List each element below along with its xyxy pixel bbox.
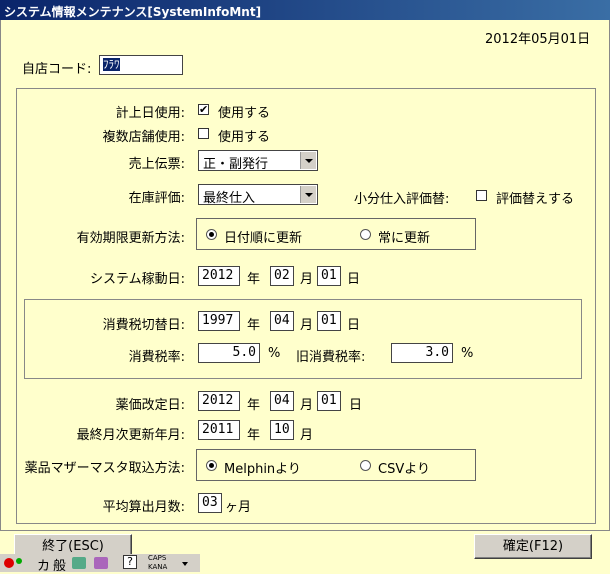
small-purchase-option[interactable]: 評価替えする <box>496 188 574 207</box>
expiry-update-option-always[interactable]: 常に更新 <box>378 227 430 246</box>
checkmark-icon: ✔ <box>199 103 209 116</box>
keijo-date-option[interactable]: 使用する <box>218 102 270 121</box>
multi-store-label: 複数店舗使用: <box>102 130 185 145</box>
year-unit: 年 <box>247 398 261 413</box>
last-monthly-month[interactable]: 10 <box>270 420 294 440</box>
tax-group <box>24 299 582 379</box>
expiry-update-option-date[interactable]: 日付順に更新 <box>224 227 302 246</box>
month-unit: 月 <box>300 318 314 333</box>
system-start-label: システム稼動日: <box>90 272 185 287</box>
master-import-option-csv[interactable]: CSVより <box>378 458 430 477</box>
dropdown-button[interactable] <box>300 186 316 203</box>
master-import-label: 薬品マザーマスタ取込方法: <box>24 461 185 476</box>
month-unit: 月 <box>300 428 314 443</box>
keijo-date-checkbox[interactable]: ✔ <box>198 104 209 115</box>
ime-toolbar: カ 般 ? CAPS KANA <box>0 554 200 574</box>
kana-indicator: KANA <box>148 563 168 571</box>
avg-months-label: 平均算出月数: <box>102 500 185 515</box>
price-revision-label: 薬価改定日: <box>115 398 185 413</box>
chevron-down-icon <box>305 193 313 197</box>
system-start-day[interactable]: 01 <box>317 266 341 286</box>
sales-slip-label: 売上伝票: <box>128 157 185 172</box>
multi-store-option[interactable]: 使用する <box>218 126 270 145</box>
system-start-month[interactable]: 02 <box>270 266 294 286</box>
stock-eval-select[interactable]: 最終仕入 <box>198 184 318 206</box>
old-tax-rate-label: 旧消費税率: <box>296 350 366 365</box>
price-revision-day[interactable]: 01 <box>317 391 341 411</box>
price-revision-year[interactable]: 2012 <box>198 391 240 411</box>
multi-store-checkbox[interactable] <box>198 128 209 139</box>
day-unit: 日 <box>347 318 361 333</box>
current-date: 2012年05月01日 <box>485 32 591 47</box>
store-code-label: 自店コード: <box>22 62 92 77</box>
ime-mode-label[interactable]: カ <box>37 555 50 574</box>
expiry-update-label: 有効期限更新方法: <box>76 231 185 246</box>
title-bar[interactable]: システム情報メンテナンス[SystemInfoMnt] <box>0 0 610 20</box>
avg-months-field[interactable]: 03 <box>198 493 222 513</box>
chevron-down-icon[interactable] <box>182 562 188 566</box>
year-unit: 年 <box>247 428 261 443</box>
last-monthly-label: 最終月次更新年月: <box>76 428 185 443</box>
tax-switch-label: 消費税切替日: <box>102 318 185 333</box>
tax-rate-label: 消費税率: <box>128 350 185 365</box>
master-import-radio-csv[interactable] <box>360 460 371 471</box>
tool-icon[interactable] <box>72 557 86 569</box>
window-title: システム情報メンテナンス[SystemInfoMnt] <box>4 5 262 19</box>
day-unit: 日 <box>349 398 363 413</box>
tax-switch-month[interactable]: 04 <box>270 311 294 331</box>
day-unit: 日 <box>347 272 361 287</box>
sales-slip-select[interactable]: 正・副発行 <box>198 150 318 172</box>
confirm-button[interactable]: 確定(F12) <box>474 534 592 559</box>
price-revision-month[interactable]: 04 <box>270 391 294 411</box>
months-unit: ヶ月 <box>225 500 252 515</box>
stock-eval-value: 最終仕入 <box>203 191 256 206</box>
year-unit: 年 <box>247 272 261 287</box>
last-monthly-year[interactable]: 2011 <box>198 420 240 440</box>
caps-indicator: CAPS <box>148 554 167 562</box>
dropdown-button[interactable] <box>300 152 316 169</box>
chevron-down-icon <box>305 159 313 163</box>
ime-conversion-label[interactable]: 般 <box>53 555 66 574</box>
expiry-update-radio-date[interactable] <box>206 229 217 240</box>
expiry-update-radio-always[interactable] <box>360 229 371 240</box>
old-tax-rate-field[interactable]: 3.0 <box>391 343 453 363</box>
help-icon[interactable]: ? <box>123 555 137 569</box>
dictionary-icon[interactable] <box>94 557 108 569</box>
month-unit: 月 <box>300 398 314 413</box>
tax-switch-year[interactable]: 1997 <box>198 311 240 331</box>
small-purchase-checkbox[interactable] <box>476 190 487 201</box>
tax-switch-day[interactable]: 01 <box>317 311 341 331</box>
status-dot-icon <box>16 558 22 564</box>
ime-icon[interactable] <box>4 558 14 568</box>
keijo-date-label: 計上日使用: <box>115 106 185 121</box>
small-purchase-label: 小分仕入評価替: <box>354 192 450 207</box>
year-unit: 年 <box>247 318 261 333</box>
percent-unit: % <box>268 346 281 361</box>
store-code-field[interactable]: ﾌﾗﾜ <box>99 55 183 75</box>
sales-slip-value: 正・副発行 <box>203 157 269 172</box>
month-unit: 月 <box>300 272 314 287</box>
master-import-radio-melphin[interactable] <box>206 460 217 471</box>
store-code-value: ﾌﾗﾜ <box>103 58 120 71</box>
percent-unit: % <box>461 346 474 361</box>
stock-eval-label: 在庫評価: <box>128 191 185 206</box>
master-import-option-melphin[interactable]: Melphinより <box>224 458 301 477</box>
system-start-year[interactable]: 2012 <box>198 266 240 286</box>
tax-rate-field[interactable]: 5.0 <box>198 343 260 363</box>
